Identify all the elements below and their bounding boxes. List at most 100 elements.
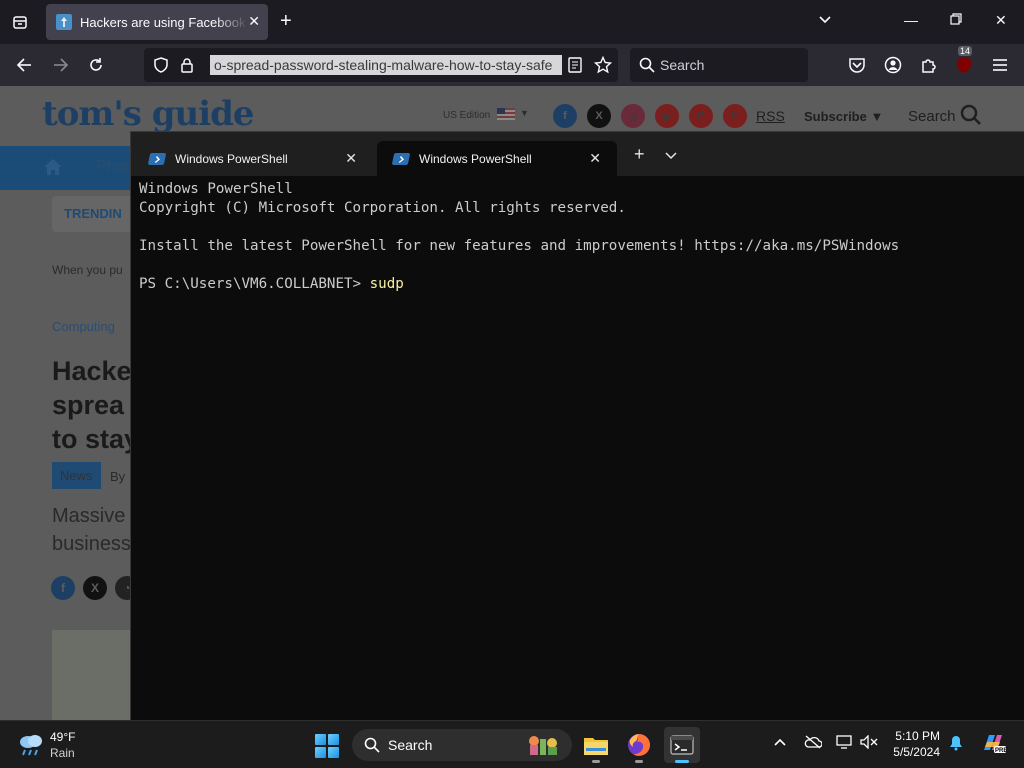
terminal-window: Windows PowerShell ✕ Windows PowerShell …	[130, 131, 1024, 720]
subscribe-button[interactable]: Subscribe ▼	[804, 109, 883, 124]
lock-icon[interactable]	[176, 54, 198, 76]
bookmark-star-icon[interactable]	[592, 54, 614, 76]
terminal-prompt-line[interactable]: PS C:\Users\VM6.COLLABNET> sudp	[139, 275, 899, 294]
terminal-tab-1[interactable]: Windows PowerShell ✕	[133, 141, 373, 176]
extensions-puzzle-icon[interactable]	[918, 54, 940, 76]
account-icon[interactable]	[882, 54, 904, 76]
headline-line: to stay	[52, 424, 140, 454]
tracking-protection-shield-icon[interactable]	[150, 54, 172, 76]
x-twitter-icon[interactable]: X	[587, 104, 611, 128]
terminal-line: Windows PowerShell	[139, 181, 293, 197]
reader-view-icon[interactable]	[564, 54, 586, 76]
volume-muted-icon[interactable]	[860, 734, 878, 752]
us-flag-icon	[497, 108, 515, 120]
weather-temperature[interactable]: 49°F	[50, 730, 75, 744]
close-tab-icon[interactable]: ✕	[589, 150, 601, 167]
subheading-line: Massive	[52, 505, 126, 527]
new-terminal-tab-icon[interactable]: +	[634, 144, 645, 165]
instagram-icon[interactable]: ◎	[621, 104, 645, 128]
edition-selector[interactable]: US Edition	[443, 110, 490, 121]
home-icon[interactable]	[44, 159, 62, 175]
minimize-window-icon[interactable]: —	[904, 12, 918, 28]
terminal-line: Install the latest PowerShell for new fe…	[139, 238, 900, 254]
copilot-icon[interactable]: PRE	[980, 732, 1007, 757]
subheading-line: business	[52, 533, 131, 555]
share-x-icon[interactable]: X	[83, 576, 107, 600]
terminal-tab-2[interactable]: Windows PowerShell ✕	[377, 141, 617, 176]
browser-tab-active[interactable]: Hackers are using Facebook Messenger ✕	[46, 4, 268, 40]
back-arrow-icon[interactable]	[13, 54, 35, 76]
weather-condition[interactable]: Rain	[50, 746, 75, 760]
browser-navigation-bar: o-spread-password-stealing-malware-how-t…	[0, 44, 1024, 86]
ublock-extension-icon[interactable]: 14	[953, 46, 975, 76]
article-hero-image	[52, 630, 132, 720]
windows-taskbar: 49°F Rain Search 5:10 PM 5/5/2024 PRE	[0, 720, 1024, 768]
notification-bell-icon[interactable]	[948, 735, 964, 754]
pocket-icon[interactable]	[846, 54, 868, 76]
nav-item-phones[interactable]: Phon	[96, 158, 133, 176]
search-icon	[636, 54, 658, 76]
reload-icon[interactable]	[85, 54, 107, 76]
article-subheading: Massive business	[52, 502, 131, 558]
rain-cloud-icon[interactable]	[16, 729, 46, 759]
close-tab-icon[interactable]: ✕	[248, 13, 260, 30]
terminal-output[interactable]: Windows PowerShell Copyright (C) Microsof…	[139, 180, 899, 294]
clock-date[interactable]: 5/5/2024	[888, 745, 940, 759]
search-highlight-icon	[526, 733, 560, 762]
terminal-line: Copyright (C) Microsoft Corporation. All…	[139, 200, 626, 216]
running-indicator	[635, 760, 643, 763]
byline: By	[110, 469, 126, 484]
youtube-icon[interactable]: ▶	[655, 104, 679, 128]
chevron-down-icon[interactable]	[665, 147, 677, 165]
browser-tab-title: Hackers are using Facebook Messenger	[80, 14, 248, 30]
windows-start-icon[interactable]	[315, 734, 339, 758]
powershell-icon	[147, 152, 167, 165]
affiliate-disclaimer: When you pu	[52, 263, 123, 277]
terminal-tab-title: Windows PowerShell	[175, 151, 288, 166]
site-search-label[interactable]: Search	[908, 108, 956, 125]
forward-arrow-icon[interactable]	[50, 54, 72, 76]
new-tab-icon[interactable]: +	[280, 10, 292, 32]
site-logo[interactable]: tom's guide	[42, 94, 255, 134]
tomsguide-favicon-icon	[56, 14, 72, 30]
chevron-down-icon[interactable]	[818, 12, 832, 30]
windows-terminal-icon[interactable]	[664, 727, 700, 763]
article-headline: Hacke sprea to stay	[52, 354, 139, 456]
chevron-up-icon[interactable]	[774, 735, 786, 750]
close-window-icon[interactable]: ✕	[995, 12, 1007, 29]
headline-line: sprea	[52, 390, 125, 420]
rss-link[interactable]: RSS	[756, 108, 785, 124]
address-bar[interactable]: o-spread-password-stealing-malware-how-t…	[144, 48, 618, 82]
running-indicator	[592, 760, 600, 763]
headline-line: Hacke	[52, 356, 132, 386]
onedrive-icon[interactable]	[804, 735, 823, 752]
restore-window-icon[interactable]	[950, 12, 962, 28]
firefox-icon[interactable]	[621, 727, 657, 763]
terminal-prompt: PS C:\Users\VM6.COLLABNET>	[139, 276, 370, 292]
search-icon[interactable]	[960, 104, 982, 131]
taskbar-search-box[interactable]: Search	[352, 729, 572, 761]
file-explorer-icon[interactable]	[578, 727, 614, 763]
news-badge[interactable]: News	[52, 462, 101, 489]
flipboard-icon[interactable]: F	[723, 104, 747, 128]
url-text[interactable]: o-spread-password-stealing-malware-how-t…	[210, 55, 562, 75]
category-link[interactable]: Computing	[52, 319, 115, 334]
close-tab-icon[interactable]: ✕	[345, 150, 357, 167]
terminal-tab-strip: Windows PowerShell ✕ Windows PowerShell …	[131, 132, 1024, 176]
share-facebook-icon[interactable]: f	[51, 576, 75, 600]
terminal-command-input[interactable]: sudp	[370, 276, 404, 292]
trending-label: TRENDIN	[64, 206, 122, 221]
tab-manager-icon[interactable]	[8, 10, 32, 34]
search-placeholder: Search	[660, 57, 705, 73]
browser-tab-strip: Hackers are using Facebook Messenger ✕ +…	[0, 0, 1024, 44]
network-display-icon[interactable]	[836, 735, 852, 752]
hamburger-menu-icon[interactable]	[989, 54, 1011, 76]
facebook-icon[interactable]: f	[553, 104, 577, 128]
trending-pill[interactable]: TRENDIN	[52, 196, 142, 232]
terminal-tab-title: Windows PowerShell	[419, 151, 532, 166]
browser-search-box[interactable]: Search	[630, 48, 808, 82]
pinterest-icon[interactable]: P	[689, 104, 713, 128]
clock-time[interactable]: 5:10 PM	[892, 729, 940, 743]
